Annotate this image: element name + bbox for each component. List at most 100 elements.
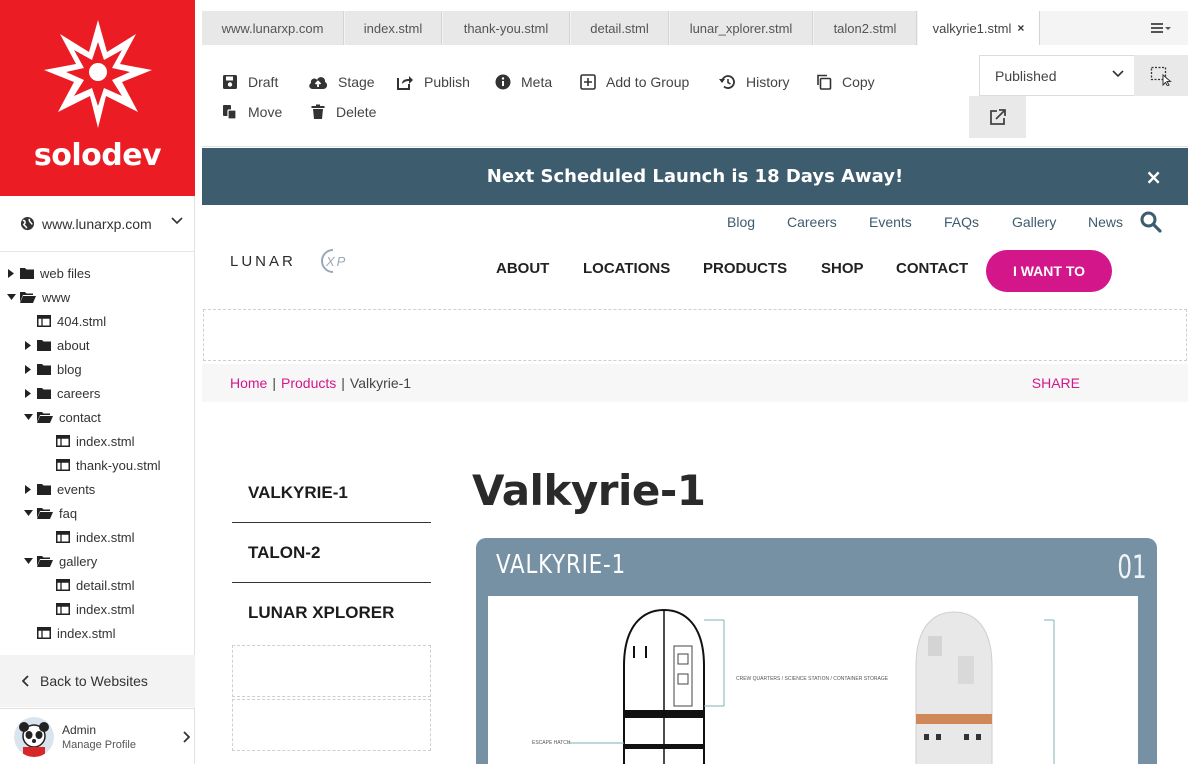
tab-thank-you[interactable]: thank-you.stml	[443, 11, 570, 45]
tab-close-button[interactable]: ×	[1017, 21, 1024, 35]
side-menu-valkyrie-1[interactable]: VALKYRIE-1	[232, 463, 431, 523]
search-icon[interactable]	[1140, 211, 1162, 233]
back-to-websites-button[interactable]: Back to Websites	[0, 655, 195, 707]
empty-side-zone[interactable]	[232, 699, 431, 751]
tree-item-label: 404.stml	[57, 313, 107, 329]
open-external-button[interactable]	[969, 96, 1026, 138]
tree-folder[interactable]: contact	[23, 405, 101, 429]
empty-content-zone[interactable]	[203, 309, 1187, 361]
folder-open-icon	[37, 411, 53, 423]
site-selector[interactable]: www.lunarxp.com	[0, 196, 195, 252]
nav-contact[interactable]: CONTACT	[896, 260, 968, 277]
tree-file[interactable]: thank-you.stml	[56, 453, 161, 477]
caret-right-icon[interactable]	[23, 364, 33, 374]
diagram-label: CREW QUARTERS / SCIENCE STATION / CONTAI…	[736, 676, 889, 682]
tree-folder[interactable]: careers	[23, 381, 100, 405]
avatar	[14, 716, 54, 757]
manage-profile-link[interactable]: Manage Profile	[62, 738, 136, 752]
file-icon	[56, 579, 70, 591]
nav-products[interactable]: PRODUCTS	[703, 260, 787, 277]
i-want-to-button[interactable]: I WANT TO	[986, 250, 1112, 292]
info-icon	[495, 74, 511, 90]
tree-folder[interactable]: faq	[23, 501, 77, 525]
tree-file[interactable]: index.stml	[56, 525, 135, 549]
tree-folder[interactable]: web files	[6, 261, 91, 285]
nav-shop[interactable]: SHOP	[821, 260, 864, 277]
caret-right-icon[interactable]	[23, 388, 33, 398]
brand-logo[interactable]: solodev	[0, 0, 195, 196]
tree-file[interactable]: index.stml	[56, 597, 135, 621]
tree-folder[interactable]: about	[23, 333, 90, 357]
tree-item-label: thank-you.stml	[76, 457, 161, 473]
paste-icon	[223, 105, 237, 120]
publish-button[interactable]: Publish	[396, 72, 470, 92]
history-button[interactable]: History	[718, 72, 790, 92]
side-menu-talon-2[interactable]: TALON-2	[232, 523, 431, 583]
card-number: 01	[1117, 548, 1147, 586]
file-icon	[56, 459, 70, 471]
external-link-icon	[989, 109, 1006, 125]
breadcrumb-separator: |	[272, 375, 276, 391]
tree-file[interactable]: detail.stml	[56, 573, 135, 597]
caret-down-icon[interactable]	[23, 412, 33, 422]
tree-folder[interactable]: blog	[23, 357, 82, 381]
tab-www-lunarxp[interactable]: www.lunarxp.com	[202, 11, 344, 45]
draft-label: Draft	[248, 74, 279, 90]
tree-item-label: www	[42, 289, 71, 305]
meta-button[interactable]: Meta	[495, 72, 552, 92]
util-link-faqs[interactable]: FAQs	[944, 214, 979, 230]
tree-folder[interactable]: gallery	[23, 549, 97, 573]
tree-folder[interactable]: www	[6, 285, 70, 309]
util-link-blog[interactable]: Blog	[727, 214, 755, 230]
caret-down-icon[interactable]	[6, 292, 16, 302]
tab-talon2[interactable]: talon2.stml	[814, 11, 917, 45]
user-profile[interactable]: Admin Manage Profile	[0, 708, 195, 764]
empty-side-zone[interactable]	[232, 645, 431, 697]
tree-file[interactable]: 404.stml	[37, 309, 106, 333]
tab-valkyrie1[interactable]: valkyrie1.stml ×	[918, 11, 1040, 45]
select-element-button[interactable]	[1134, 55, 1188, 96]
delete-button[interactable]: Delete	[310, 102, 376, 122]
tree-item-label: index.stml	[76, 601, 135, 617]
tab-menu-icon[interactable]	[1150, 19, 1172, 37]
caret-right-icon[interactable]	[23, 340, 33, 350]
tree-item-label: detail.stml	[76, 577, 135, 593]
caret-right-icon[interactable]	[23, 484, 33, 494]
copy-button[interactable]: Copy	[816, 72, 875, 92]
caret-down-icon[interactable]	[23, 556, 33, 566]
tree-item-label: index.stml	[76, 433, 135, 449]
nav-locations[interactable]: LOCATIONS	[583, 260, 670, 277]
draft-button[interactable]: Draft	[222, 72, 278, 92]
move-button[interactable]: Move	[222, 102, 282, 122]
back-to-websites-label: Back to Websites	[40, 673, 148, 689]
add-to-group-label: Add to Group	[606, 74, 690, 90]
share-link[interactable]: SHARE	[1032, 375, 1080, 391]
stage-button[interactable]: Stage	[308, 72, 375, 92]
util-link-careers[interactable]: Careers	[787, 214, 837, 230]
tab-index[interactable]: index.stml	[345, 11, 442, 45]
tab-lunar-xplorer[interactable]: lunar_xplorer.stml	[670, 11, 813, 45]
util-link-gallery[interactable]: Gallery	[1012, 214, 1056, 230]
breadcrumb-separator: |	[341, 375, 345, 391]
status-select[interactable]: Published	[979, 55, 1135, 96]
caret-right-icon[interactable]	[6, 268, 16, 278]
add-to-group-button[interactable]: Add to Group	[580, 72, 689, 92]
nav-about[interactable]: ABOUT	[496, 260, 549, 277]
breadcrumb-products[interactable]: Products	[281, 375, 336, 391]
breadcrumb-home[interactable]: Home	[230, 375, 267, 391]
diagram-label: ESCAPE HATCH	[532, 740, 571, 746]
caret-down-icon[interactable]	[23, 508, 33, 518]
tab-detail[interactable]: detail.stml	[571, 11, 669, 45]
tree-folder[interactable]: events	[23, 477, 95, 501]
tree-file[interactable]: index.stml	[37, 621, 116, 645]
tree-file[interactable]: index.stml	[56, 429, 135, 453]
util-link-news[interactable]: News	[1088, 214, 1123, 230]
tree-item-label: blog	[57, 361, 82, 377]
tab-label: www.lunarxp.com	[221, 20, 324, 36]
brand-name: solodev	[33, 138, 162, 173]
side-menu-lunar-xplorer[interactable]: LUNAR XPLORER	[232, 583, 431, 643]
tab-label: thank-you.stml	[463, 20, 549, 36]
util-link-events[interactable]: Events	[869, 214, 912, 230]
rocket-diagram: CREW QUARTERS / SCIENCE STATION / CONTAI…	[488, 596, 1138, 764]
alert-close-button[interactable]: ×	[1145, 165, 1162, 189]
